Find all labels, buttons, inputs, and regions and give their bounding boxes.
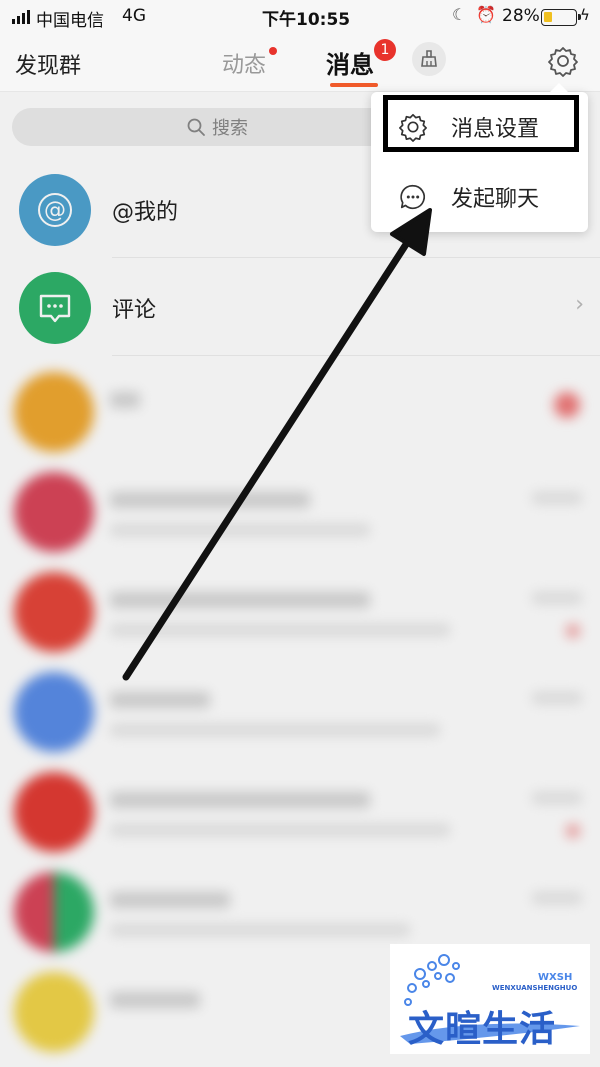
watermark-abbr: WXSH	[538, 972, 573, 983]
tab-dynamic-label: 动态	[222, 53, 267, 78]
menu-backdrop[interactable]	[0, 92, 600, 1067]
clear-unread-button[interactable]	[412, 42, 446, 76]
carrier-name: 中国电信	[36, 11, 104, 31]
unread-dot	[269, 47, 278, 55]
watermark-logo: WXSH WENXUANSHENGHUO 文暄生活	[390, 944, 590, 1054]
watermark-pinyin: WENXUANSHENGHUO	[492, 984, 578, 992]
alarm-icon: ⏰	[476, 5, 496, 24]
broom-icon	[421, 50, 437, 67]
network-type: 4G	[122, 6, 146, 26]
status-bar: 中国电信 4G 下午10:55 ☾ ⏰ 28% ϟ	[0, 0, 600, 34]
tab-messages[interactable]: 消息 1	[326, 39, 396, 87]
battery-percent: 28%	[502, 6, 540, 26]
menu-item-start-chat[interactable]: 发起聊天	[371, 164, 588, 230]
top-navigation: 发现群 动态 消息 1	[0, 34, 600, 92]
messages-badge: 1	[374, 39, 396, 61]
gear-icon	[548, 47, 578, 77]
battery-icon	[541, 9, 581, 26]
highlight-box	[383, 95, 579, 152]
discover-groups-link[interactable]: 发现群	[15, 48, 81, 80]
signal-icon	[12, 10, 30, 24]
menu-item-label: 发起聊天	[451, 187, 540, 212]
settings-dropdown-menu: 消息设置 发起聊天	[371, 83, 588, 232]
clock: 下午10:55	[262, 10, 351, 30]
settings-button[interactable]	[546, 44, 580, 78]
charging-icon: ϟ	[580, 6, 590, 24]
tab-messages-label: 消息	[326, 51, 374, 79]
active-tab-indicator	[330, 83, 378, 87]
do-not-disturb-icon: ☾	[452, 5, 467, 24]
tab-dynamic[interactable]: 动态	[222, 47, 278, 79]
chat-bubble-icon	[397, 181, 429, 213]
watermark-text: 文暄生活	[408, 1009, 557, 1050]
